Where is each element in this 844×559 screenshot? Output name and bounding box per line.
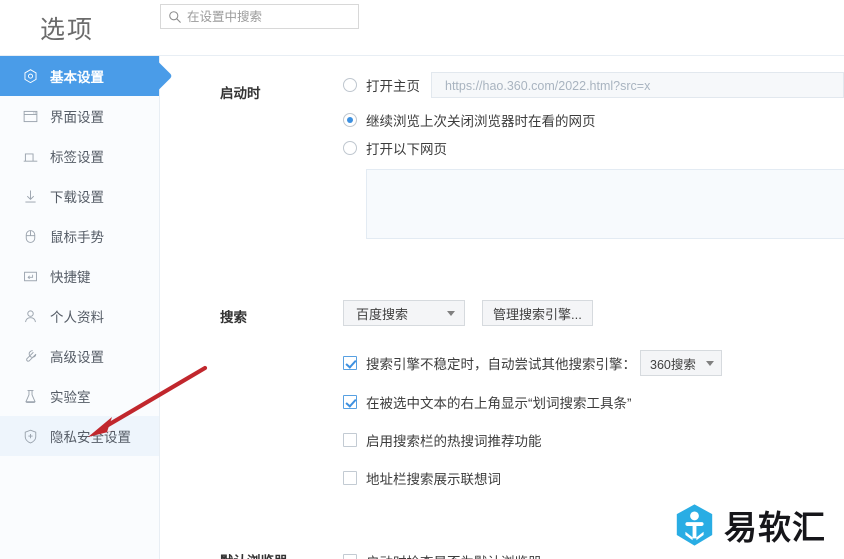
radio-restore-last-session[interactable] (343, 113, 357, 127)
sidebar-item-label: 鼠标手势 (50, 230, 104, 245)
checkbox-row-default-browser-check: 启动时检查是否为默认浏览器 (343, 548, 844, 559)
sidebar-item-privacy-security-settings[interactable]: 隐私安全设置 (0, 416, 159, 456)
sidebar-item-download-settings[interactable]: 下载设置 (0, 176, 159, 216)
startup-option-specific-pages-row: 打开以下网页 (343, 135, 844, 161)
search-section-label: 搜索 (220, 310, 247, 325)
fallback-engine-value: 360搜索 (650, 357, 696, 372)
settings-sidebar: 基本设置 界面设置 标签设置 下载设置 鼠标手势 快捷键 个人资料 高级设置 实… (0, 55, 159, 559)
page-title: 选项 (40, 15, 95, 44)
sidebar-item-personal-profile[interactable]: 个人资料 (0, 296, 159, 336)
radio-open-specific-pages-label: 打开以下网页 (366, 142, 447, 157)
hexagon-target-icon (24, 68, 37, 83)
startup-option-restore-row: 继续浏览上次关闭浏览器时在看的网页 (343, 107, 844, 133)
default-search-engine-value: 百度搜索 (356, 306, 409, 322)
sidebar-item-mouse-gestures[interactable]: 鼠标手势 (0, 216, 159, 256)
checkbox-hot-word-suggestions-label: 启用搜索栏的热搜词推荐功能 (366, 434, 542, 449)
chevron-down-icon (447, 310, 455, 316)
download-arrow-icon (25, 190, 36, 202)
default-browser-section-label: 默认浏览器 (220, 550, 340, 559)
default-browser-options: 启动时检查是否为默认浏览器 (343, 548, 844, 559)
startup-options: 打开主页 https://hao.360.com/2022.html?src=x… (343, 72, 844, 239)
search-options: 百度搜索 管理搜索引擎... 搜索引擎不稳定时，自动尝试其他搜索引擎： 360搜… (343, 300, 844, 491)
checkbox-addressbar-suggestions[interactable] (343, 471, 357, 485)
checkbox-row-addressbar-suggest: 地址栏搜索展示联想词 (343, 465, 844, 491)
sidebar-item-label: 标签设置 (50, 150, 104, 165)
watermark-text: 易软汇 (724, 508, 826, 547)
radio-open-homepage[interactable] (343, 78, 357, 92)
specific-pages-textarea[interactable] (366, 169, 844, 239)
sidebar-item-interface-settings[interactable]: 界面设置 (0, 96, 159, 136)
keyboard-key-icon (24, 271, 37, 281)
startup-option-homepage-row: 打开主页 https://hao.360.com/2022.html?src=x (343, 72, 844, 98)
sidebar-item-label: 下载设置 (50, 190, 104, 205)
checkbox-row-hot-words: 启用搜索栏的热搜词推荐功能 (343, 427, 844, 453)
checkbox-hot-word-suggestions[interactable] (343, 433, 357, 447)
radio-open-specific-pages[interactable] (343, 141, 357, 155)
sidebar-item-lab[interactable]: 实验室 (0, 376, 159, 416)
hexagon-logo-icon (676, 504, 713, 546)
default-search-engine-select[interactable]: 百度搜索 (343, 300, 465, 326)
watermark: 易软汇 (674, 501, 826, 549)
fallback-engine-label: 搜索引擎不稳定时，自动尝试其他搜索引擎： (366, 357, 636, 372)
wrench-icon (26, 349, 37, 362)
checkbox-row-selection-toolbar: 在被选中文本的右上角显示“划词搜索工具条” (343, 389, 844, 415)
sidebar-item-shortcuts[interactable]: 快捷键 (0, 256, 159, 296)
sidebar-item-label: 隐私安全设置 (50, 430, 131, 445)
checkbox-check-default-browser[interactable] (343, 554, 357, 559)
radio-open-homepage-label: 打开主页 (366, 79, 420, 94)
search-engine-row: 百度搜索 管理搜索引擎... (343, 300, 844, 326)
startup-section-label: 启动时 (220, 86, 261, 101)
shield-plus-icon (24, 429, 37, 443)
radio-restore-last-session-label: 继续浏览上次关闭浏览器时在看的网页 (366, 114, 596, 129)
checkbox-check-default-browser-label: 启动时检查是否为默认浏览器 (366, 551, 542, 559)
chevron-down-icon (706, 360, 714, 366)
checkbox-selection-search-toolbar-label: 在被选中文本的右上角显示“划词搜索工具条” (366, 396, 632, 411)
checkbox-fallback-engine[interactable] (343, 356, 357, 370)
mouse-icon (25, 229, 36, 243)
sidebar-item-label: 界面设置 (50, 110, 104, 125)
sidebar-item-label: 实验室 (50, 390, 91, 405)
search-input[interactable] (187, 6, 347, 27)
tab-icon (23, 152, 38, 162)
sidebar-item-label: 快捷键 (50, 270, 91, 285)
person-icon (25, 309, 36, 322)
settings-content-panel: 启动时 打开主页 https://hao.360.com/2022.html?s… (159, 55, 844, 559)
sidebar-item-label: 基本设置 (50, 70, 104, 85)
search-icon (169, 10, 181, 23)
flask-icon (25, 389, 36, 403)
sidebar-item-tab-settings[interactable]: 标签设置 (0, 136, 159, 176)
sidebar-item-basic-settings[interactable]: 基本设置 (0, 56, 159, 96)
sidebar-item-label: 高级设置 (50, 350, 104, 365)
sidebar-item-advanced-settings[interactable]: 高级设置 (0, 336, 159, 376)
sidebar-item-label: 个人资料 (50, 310, 104, 325)
app-header: 选项 (0, 0, 844, 55)
settings-search-box[interactable] (160, 4, 359, 29)
manage-search-engines-button[interactable]: 管理搜索引擎... (482, 300, 593, 326)
homepage-url-input[interactable]: https://hao.360.com/2022.html?src=x (431, 72, 844, 98)
fallback-engine-row: 搜索引擎不稳定时，自动尝试其他搜索引擎： 360搜索 (343, 350, 844, 376)
window-icon (23, 110, 38, 122)
checkbox-addressbar-suggestions-label: 地址栏搜索展示联想词 (366, 472, 501, 487)
fallback-engine-select[interactable]: 360搜索 (640, 350, 722, 376)
checkbox-selection-search-toolbar[interactable] (343, 395, 357, 409)
